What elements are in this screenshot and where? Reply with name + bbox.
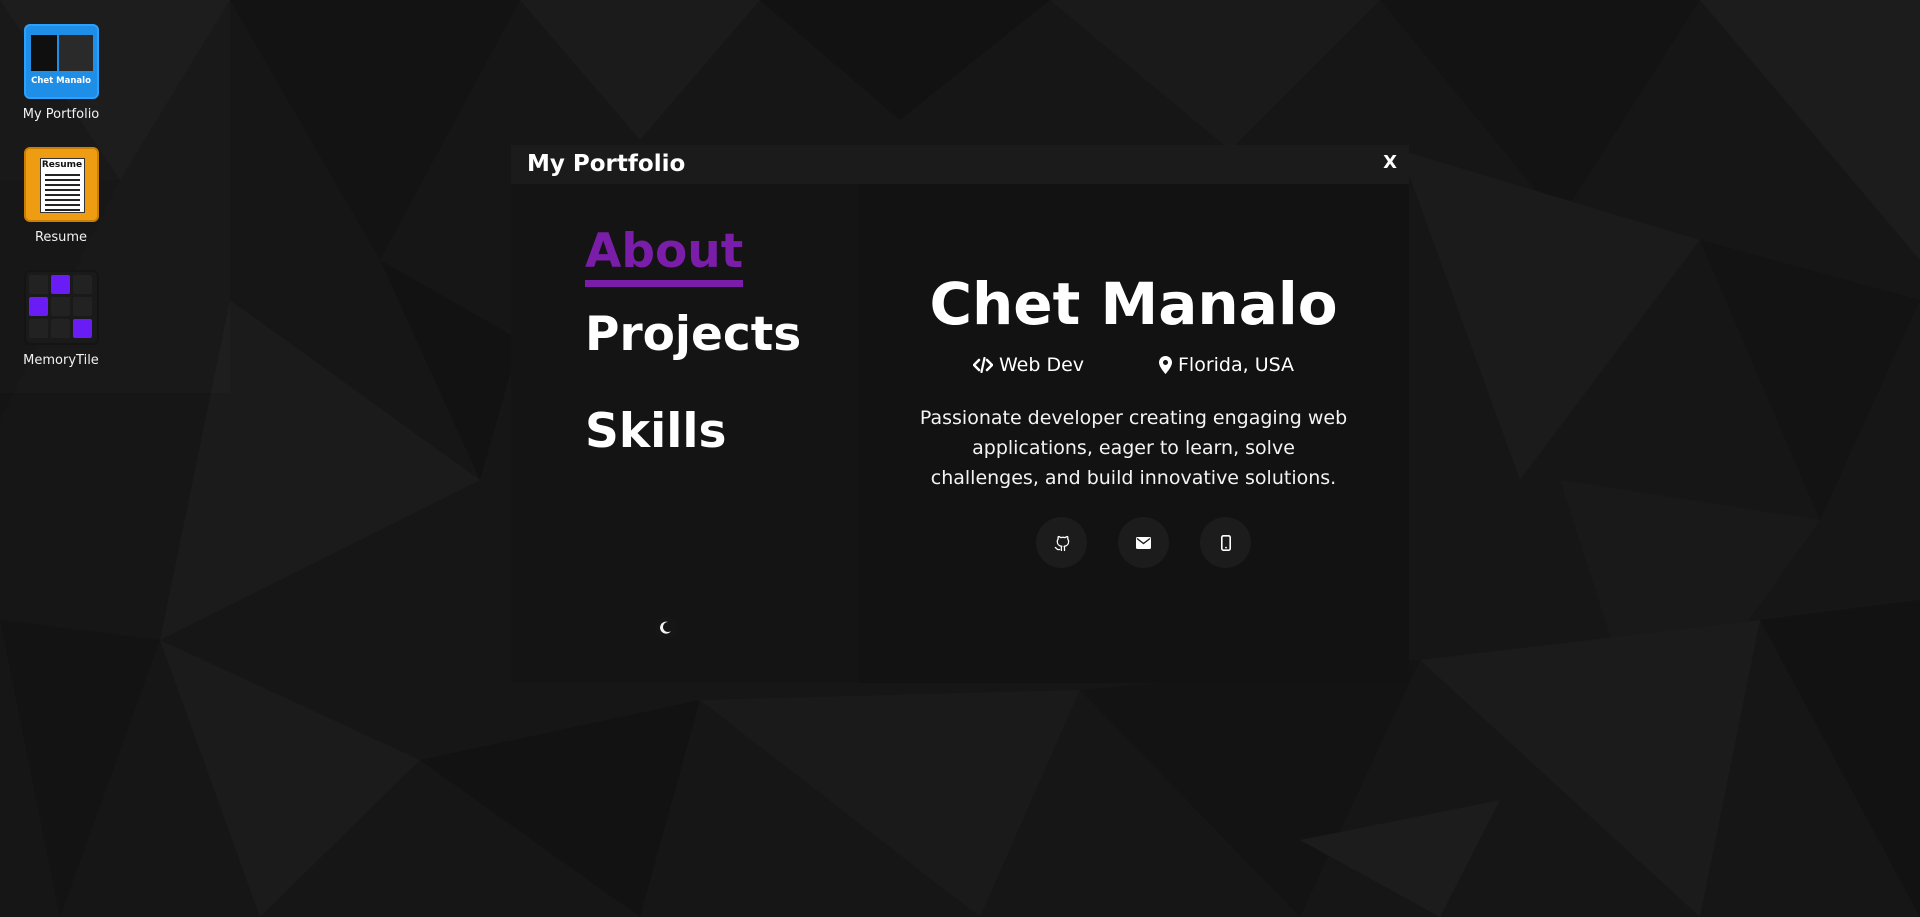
location-text: Florida, USA xyxy=(1178,354,1295,376)
nav-item-skills[interactable]: Skills xyxy=(585,404,726,459)
phone-icon xyxy=(1220,534,1231,551)
github-link[interactable] xyxy=(1036,517,1087,568)
memory-tile-grid-icon xyxy=(23,270,99,345)
about-profile: Chet Manalo Web Dev Florida, USA Passion… xyxy=(858,184,1409,683)
window-titlebar[interactable]: My Portfolio X xyxy=(511,145,1409,184)
phone-link[interactable] xyxy=(1200,517,1251,568)
theme-toggle-button[interactable] xyxy=(655,617,677,639)
desktop-icon-label: My Portfolio xyxy=(22,107,100,122)
nav-item-projects[interactable]: Projects xyxy=(585,307,801,362)
window-title: My Portfolio xyxy=(527,151,686,177)
role-info: Web Dev xyxy=(973,354,1084,376)
mail-icon xyxy=(1136,536,1151,549)
section-nav: About Projects Skills xyxy=(511,184,858,683)
location-info: Florida, USA xyxy=(1159,354,1294,376)
email-link[interactable] xyxy=(1118,517,1169,568)
location-pin-icon xyxy=(1159,356,1172,374)
portfolio-window: My Portfolio X About Projects Skills Che… xyxy=(511,145,1409,683)
github-icon xyxy=(1054,535,1069,551)
profile-bio: Passionate developer creating engaging w… xyxy=(919,407,1348,489)
desktop-icon-label: MemoryTile xyxy=(23,353,99,368)
close-button[interactable]: X xyxy=(1383,152,1397,173)
window-body: About Projects Skills Chet Manalo Web De… xyxy=(511,184,1409,683)
desktop-icon-label: Resume xyxy=(34,230,88,245)
desktop-icon-resume[interactable]: Resume Resume xyxy=(12,147,110,245)
desktop-icon-memorytile[interactable]: MemoryTile xyxy=(12,270,110,368)
resume-document-icon: Resume xyxy=(23,147,99,222)
profile-name: Chet Manalo xyxy=(929,270,1338,338)
moon-icon xyxy=(655,617,677,639)
portfolio-thumbnail-icon: Chet Manalo xyxy=(23,24,99,99)
desktop: Chet Manalo My Portfolio Resume Resume M xyxy=(0,0,1920,917)
desktop-icon-my-portfolio[interactable]: Chet Manalo My Portfolio xyxy=(12,24,110,122)
nav-item-about[interactable]: About xyxy=(585,224,744,287)
role-text: Web Dev xyxy=(999,354,1085,376)
portfolio-thumbnail-text: Chet Manalo xyxy=(31,76,91,86)
code-icon xyxy=(973,357,993,373)
resume-thumbnail-text: Resume xyxy=(41,160,83,170)
